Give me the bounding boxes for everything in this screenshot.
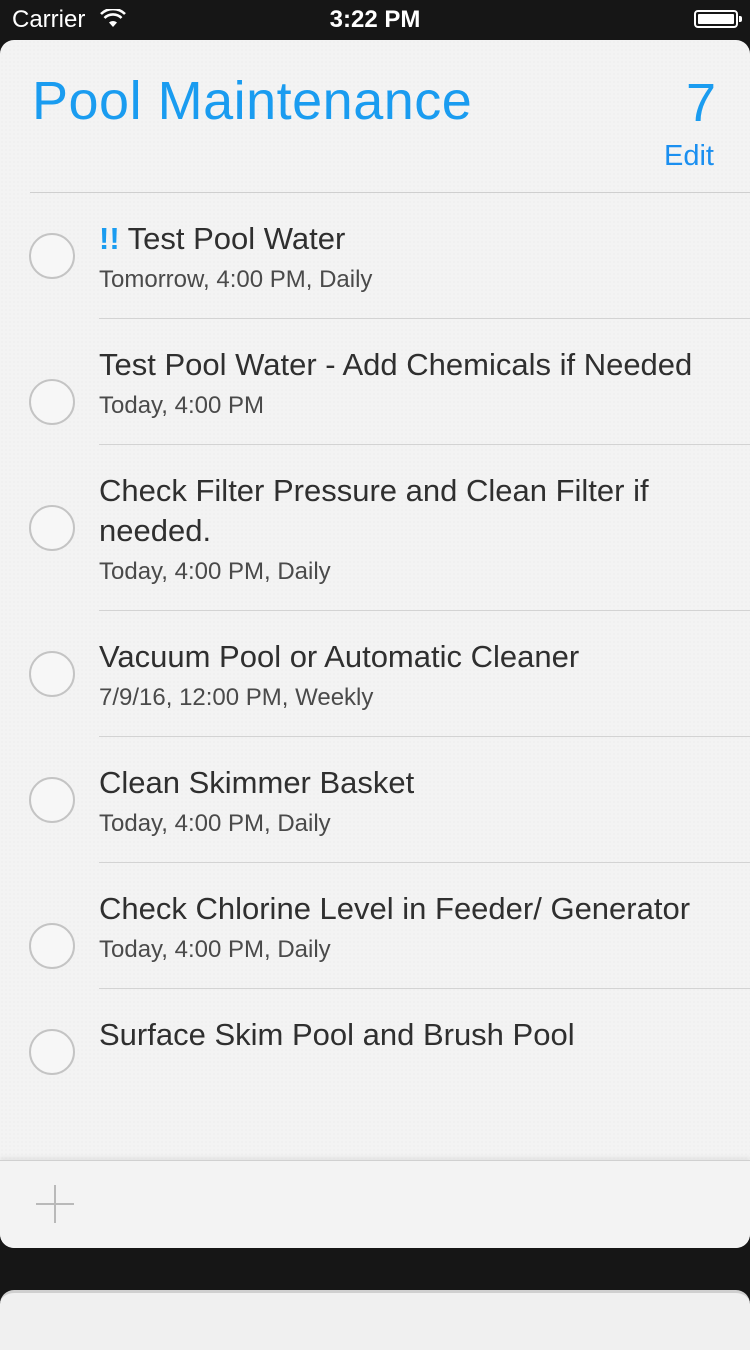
reminder-title-text: Test Pool Water <box>127 221 346 256</box>
list-title: Pool Maintenance <box>32 71 473 131</box>
edit-button[interactable]: Edit <box>664 140 714 173</box>
reminder-title[interactable]: Clean Skimmer Basket <box>99 763 720 803</box>
status-bar: Carrier 3:22 PM <box>0 0 750 40</box>
reminder-due: Today, 4:00 PM, Daily <box>99 558 331 585</box>
complete-checkbox[interactable] <box>29 777 75 823</box>
plus-icon[interactable] <box>36 1185 74 1223</box>
complete-checkbox[interactable] <box>29 505 75 551</box>
reminder-item[interactable]: !! Test Pool Water Tomorrow, 4:00 PM, Dai… <box>0 193 750 319</box>
reminder-list[interactable]: !! Test Pool Water Tomorrow, 4:00 PM, Dai… <box>0 193 750 1160</box>
complete-checkbox[interactable] <box>29 651 75 697</box>
reminder-item[interactable]: Test Pool Water - Add Chemicals if Neede… <box>0 319 750 445</box>
complete-checkbox[interactable] <box>29 379 75 425</box>
list-footer <box>0 1160 750 1248</box>
next-list-card[interactable] <box>0 1290 750 1350</box>
reminder-item[interactable]: Check Chlorine Level in Feeder/ Generato… <box>0 863 750 989</box>
reminder-item[interactable]: Check Filter Pressure and Clean Filter i… <box>0 445 750 611</box>
reminder-title[interactable]: Check Filter Pressure and Clean Filter i… <box>99 471 720 551</box>
list-count: 7 <box>685 73 716 133</box>
reminder-due: Today, 4:00 PM, Daily <box>99 810 331 837</box>
reminder-due: Today, 4:00 PM, Daily <box>99 936 331 963</box>
complete-checkbox[interactable] <box>29 923 75 969</box>
reminder-title[interactable]: Vacuum Pool or Automatic Cleaner <box>99 637 720 677</box>
reminder-item[interactable]: Surface Skim Pool and Brush Pool <box>0 989 750 1079</box>
status-time: 3:22 PM <box>329 6 421 33</box>
reminders-list-card: Pool Maintenance 7 Edit !! Test Pool Wate… <box>0 40 750 1248</box>
reminder-due: Today, 4:00 PM <box>99 392 264 419</box>
reminder-due: Tomorrow, 4:00 PM, Daily <box>99 266 373 293</box>
reminder-title[interactable]: !! Test Pool Water <box>99 219 720 259</box>
reminder-item[interactable]: Clean Skimmer Basket Today, 4:00 PM, Dai… <box>0 737 750 863</box>
reminder-title[interactable]: Surface Skim Pool and Brush Pool <box>99 1015 720 1055</box>
reminder-due: 7/9/16, 12:00 PM, Weekly <box>99 684 374 711</box>
complete-checkbox[interactable] <box>29 233 75 279</box>
reminder-item[interactable]: Vacuum Pool or Automatic Cleaner 7/9/16,… <box>0 611 750 737</box>
complete-checkbox[interactable] <box>29 1029 75 1075</box>
reminder-title[interactable]: Check Chlorine Level in Feeder/ Generato… <box>99 889 720 929</box>
reminder-title[interactable]: Test Pool Water - Add Chemicals if Neede… <box>99 345 720 385</box>
priority-marker: !! <box>99 221 120 256</box>
battery-icon <box>694 10 742 28</box>
